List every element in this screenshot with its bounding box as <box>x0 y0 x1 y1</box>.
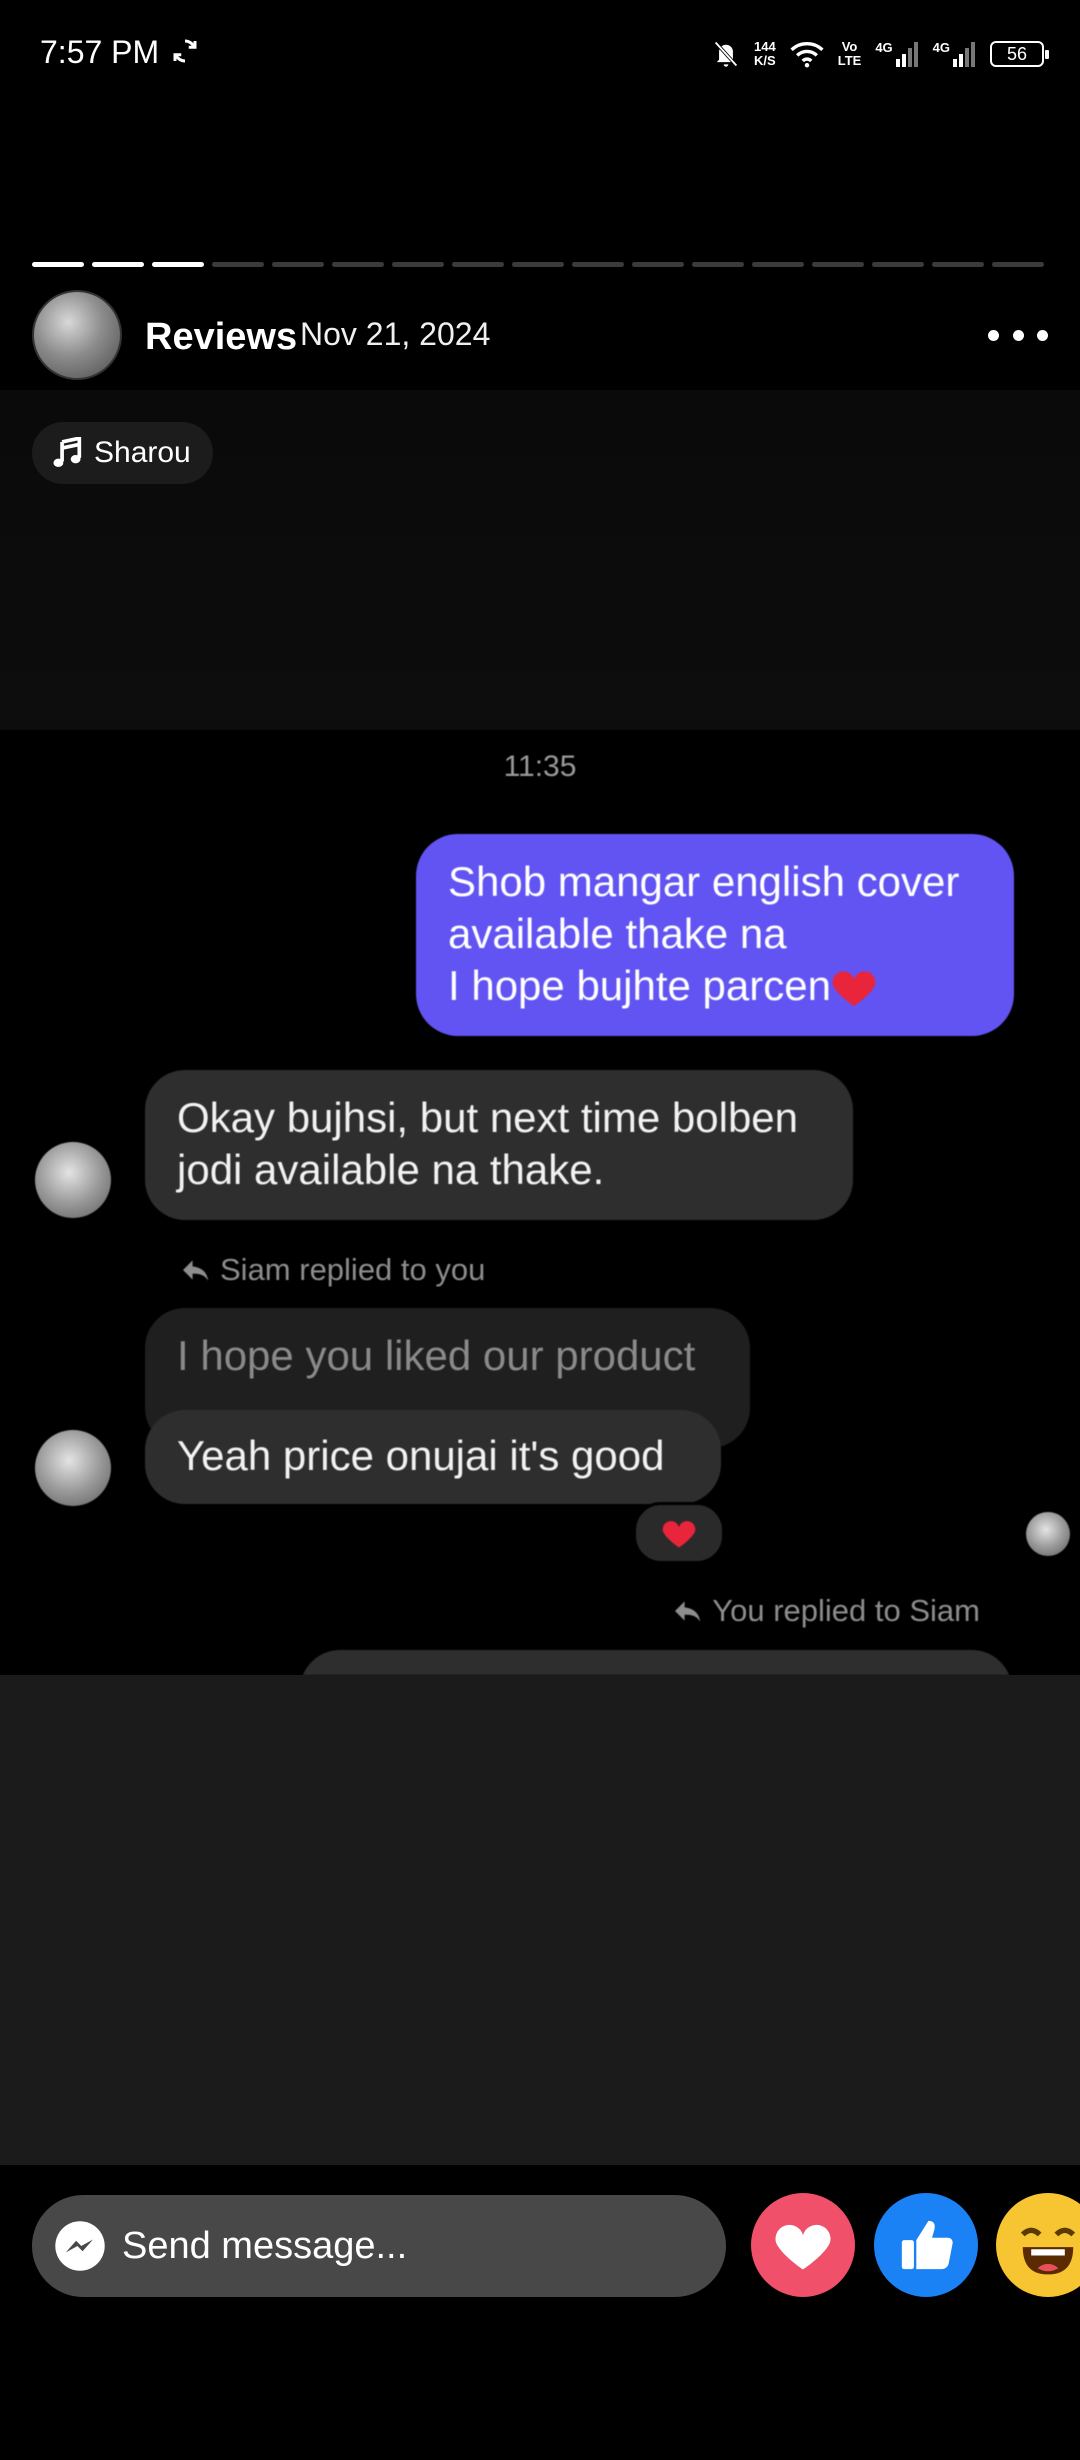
network-speed: 144 K/S <box>754 40 776 68</box>
more-options-button[interactable] <box>988 320 1048 350</box>
love-reaction-button[interactable] <box>751 2193 855 2297</box>
message-reaction <box>633 1502 725 1564</box>
bell-off-icon <box>714 41 738 67</box>
reply-label: Siam replied to you <box>180 1252 485 1288</box>
signal-icon <box>895 42 918 67</box>
battery-indicator: 56 <box>990 41 1049 67</box>
story-progress-bar <box>32 262 1044 268</box>
story-image-bottom <box>0 1675 1080 2165</box>
signal-group-2: 4G <box>933 41 976 67</box>
progress-segment <box>932 262 984 267</box>
reply-label-text: Siam replied to you <box>220 1252 486 1287</box>
progress-segment <box>272 262 324 267</box>
music-note-icon <box>53 437 82 468</box>
laugh-reaction-button[interactable] <box>996 2193 1080 2297</box>
outgoing-message: Shob mangar english cover available thak… <box>416 834 1014 1036</box>
progress-segment <box>572 262 624 267</box>
network-type-2: 4G <box>932 40 950 55</box>
status-icons: 144 K/S Vo LTE 4G 4G 56 <box>712 34 1049 74</box>
sync-icon <box>173 39 197 63</box>
reply-label: You replied to Siam <box>672 1593 980 1629</box>
reply-arrow-icon <box>183 1260 209 1281</box>
volte-indicator: Vo LTE <box>838 40 862 68</box>
progress-segment <box>752 262 804 267</box>
sender-avatar <box>35 1142 111 1218</box>
heart-icon <box>775 2224 831 2270</box>
thumbs-up-icon <box>901 2220 953 2270</box>
volte-top: Vo <box>841 39 858 54</box>
incoming-line: jodi available na thake. <box>177 1146 605 1193</box>
speed-value: 144 <box>754 39 776 54</box>
laughing-face-icon <box>1020 2227 1076 2275</box>
story-title[interactable]: Reviews <box>145 316 297 359</box>
progress-segment <box>812 262 864 267</box>
outgoing-message-partial <box>300 1650 1012 1675</box>
wifi-icon <box>790 42 824 68</box>
chat-timestamp: 11:35 <box>503 750 577 783</box>
network-type-1: 4G <box>875 40 893 55</box>
reply-label-text: You replied to Siam <box>712 1593 980 1628</box>
story-reply-bar: Send message... <box>0 2165 1080 2460</box>
outgoing-line: I hope bujhte parcen <box>448 962 831 1009</box>
reply-arrow-icon <box>675 1601 701 1622</box>
battery-level: 56 <box>1006 43 1028 64</box>
signal-icon <box>953 42 975 67</box>
outgoing-line: available thake na <box>448 910 787 957</box>
story-header: Reviews Nov 21, 2024 <box>32 290 1048 382</box>
story-chat-screenshot: 11:35 Shob mangar english cover availabl… <box>0 730 1080 1675</box>
sender-avatar <box>35 1430 111 1506</box>
incoming-message: Yeah price onujai it's good <box>145 1410 721 1504</box>
signal-group-1: 4G <box>875 41 918 67</box>
progress-segment <box>92 262 144 267</box>
speed-unit: K/S <box>754 53 776 68</box>
incoming-line: Okay bujhsi, but next time bolben <box>177 1094 799 1141</box>
messenger-icon <box>55 2221 105 2271</box>
music-label: Sharou <box>94 436 191 469</box>
status-time: 7:57 PM <box>40 34 160 70</box>
volte-bottom: LTE <box>837 53 862 68</box>
story-date: Nov 21, 2024 <box>300 316 491 352</box>
more-icon-dot <box>1012 329 1024 341</box>
progress-segment <box>992 262 1044 267</box>
progress-segment <box>512 262 564 267</box>
seen-avatar <box>1026 1512 1070 1556</box>
page-avatar[interactable] <box>32 290 122 380</box>
progress-segment <box>392 262 444 267</box>
progress-segment <box>152 262 204 267</box>
progress-segment <box>632 262 684 267</box>
music-chip[interactable]: Sharou <box>32 422 213 484</box>
progress-segment <box>212 262 264 267</box>
outgoing-line: Shob mangar english cover <box>448 858 960 905</box>
send-message-input[interactable]: Send message... <box>32 2195 726 2297</box>
more-icon <box>988 329 999 341</box>
progress-segment <box>452 262 504 267</box>
send-message-placeholder: Send message... <box>122 2224 408 2267</box>
incoming-message: Okay bujhsi, but next time bolben jodi a… <box>145 1070 853 1220</box>
like-reaction-button[interactable] <box>874 2193 978 2297</box>
progress-segment <box>332 262 384 267</box>
progress-segment <box>692 262 744 267</box>
heart-icon <box>832 971 876 1007</box>
progress-segment <box>872 262 924 267</box>
status-bar: 7:57 PM 144 K/S Vo LTE 4G 4G 56 <box>0 0 1080 110</box>
progress-segment <box>32 262 84 267</box>
outgoing-line-with-heart: I hope bujhte parcen <box>448 960 984 1012</box>
heart-icon <box>662 1521 696 1548</box>
more-icon-dot <box>1037 329 1048 341</box>
